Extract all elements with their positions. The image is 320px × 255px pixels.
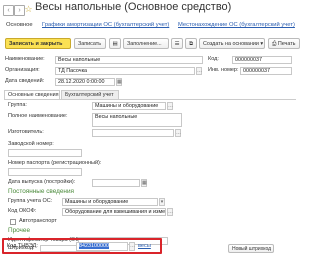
tnved-select-button[interactable]: … [129, 242, 135, 251]
okof-input[interactable]: Оборудование для взвешивания и измерения… [62, 208, 166, 216]
save-and-close-button[interactable]: Записать и закрыть [5, 38, 71, 49]
tab-accounting[interactable]: Бухгалтерский учет [61, 90, 119, 99]
group-label: Группа: [8, 102, 27, 108]
issue-date-label: Дата выпуска (постройки): [8, 179, 76, 185]
full-name-input[interactable]: Весы напольные [92, 113, 182, 127]
printer-icon: ⎙ [272, 41, 277, 47]
star-icon[interactable]: ☆ [24, 5, 33, 14]
list-icon[interactable]: ☰ [171, 38, 183, 49]
date-label: Дата сведений: [5, 78, 45, 84]
toolbar: Записать и закрыть Записать ▤ Заполнение… [0, 38, 300, 51]
inv-number-label: Инв. номер: [208, 67, 239, 73]
code-label: Код: [208, 56, 219, 62]
new-barcode-button[interactable]: Новый штрихкод [228, 244, 274, 253]
maker-input[interactable] [92, 129, 174, 137]
back-arrow-icon[interactable]: ‹ [3, 5, 14, 16]
tnved-label: Код ТНВЭД: [7, 243, 38, 249]
calendar-icon[interactable]: ▦ [116, 78, 122, 86]
issue-date-calendar-icon[interactable]: ▦ [141, 179, 147, 187]
page-title: Весы напольные (Основное средство) [35, 1, 232, 13]
os-group-label: Группа учета ОС: [8, 198, 53, 204]
issue-date-input[interactable] [92, 179, 140, 187]
maker-label: Изготовитель: [8, 129, 44, 135]
full-name-label: Полное наименование: [8, 113, 68, 119]
name-label: Наименование: [5, 56, 45, 62]
tab-general-info[interactable]: Основные сведения [4, 90, 60, 99]
chevron-down-icon[interactable]: ▾ [159, 198, 165, 206]
save-button[interactable]: Записать [74, 38, 106, 49]
factory-number-input[interactable] [8, 149, 82, 157]
tabs-divider [4, 99, 296, 100]
org-label: Организация: [5, 67, 40, 73]
create-based-on-button[interactable]: Создать на основании ▾ [199, 38, 265, 49]
tnved-value: 8423100000 [79, 243, 109, 249]
fill-button[interactable]: Заполнение... [123, 38, 169, 49]
org-input[interactable]: ТД Пасочка [55, 67, 195, 75]
title-bar: ‹ › ☆ Весы напольные (Основное средство) [0, 0, 300, 20]
other-heading: Прочее [8, 227, 30, 234]
name-input[interactable]: Весы напольные [55, 56, 203, 64]
group-select-button[interactable]: … [167, 102, 173, 110]
tnved-input[interactable]: 8423100000 [76, 242, 128, 251]
maker-select-button[interactable]: … [175, 129, 181, 137]
tnved-description-link[interactable]: весы [138, 243, 151, 249]
inv-number-input[interactable]: 000000037 [240, 67, 292, 75]
auto-transport-checkbox[interactable] [10, 219, 16, 225]
tab-depreciation-schedules[interactable]: Графики амортизации ОС (бухгалтерский уч… [42, 22, 169, 28]
copy-icon[interactable]: ⧉ [185, 38, 197, 49]
tab-location[interactable]: Местонахождение ОС (бухгалтерский учет) [178, 22, 295, 28]
passport-number-label: Номер паспорта (регистрационный): [8, 160, 102, 166]
document-icon[interactable]: ▤ [109, 38, 121, 49]
group-input[interactable]: Машины и оборудование [92, 102, 166, 110]
okof-label: Код ОКОФ: [8, 208, 37, 214]
print-button[interactable]: ⎙ Печать [268, 38, 300, 49]
passport-number-input[interactable] [8, 168, 82, 176]
auto-transport-label: Автотранспорт [19, 218, 57, 224]
nav-tabs: Основное Графики амортизации ОС (бухгалт… [0, 20, 300, 34]
os-group-select[interactable]: Машины и оборудование [62, 198, 158, 206]
date-input[interactable]: 28.12.2020 0:00:00 [55, 78, 115, 86]
org-select-button[interactable]: … [196, 67, 202, 75]
factory-number-label: Заводской номер: [8, 141, 54, 147]
okof-select-button[interactable]: … [167, 208, 173, 216]
code-input[interactable]: 000000037 [232, 56, 292, 64]
permanent-data-heading: Постоянные сведения [8, 188, 74, 195]
tab-main[interactable]: Основное [6, 22, 33, 28]
